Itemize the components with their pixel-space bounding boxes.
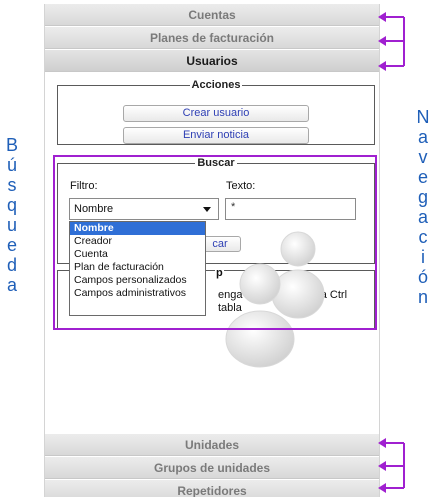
navegacion-letter: v — [418, 147, 428, 167]
filtro-label: Filtro: — [70, 180, 98, 192]
navigation-panel: Cuentas Planes de facturación Usuarios A… — [44, 4, 380, 497]
ayuda-line-2: tabla — [218, 302, 242, 314]
busqueda-letter: d — [6, 255, 17, 275]
navegacion-letter: i — [421, 247, 425, 267]
accordion-grupos-unidades[interactable]: Grupos de unidades — [45, 457, 379, 479]
dropdown-option-nombre[interactable]: Nombre — [70, 222, 205, 236]
filtro-select-value: Nombre — [74, 203, 114, 215]
accordion-unidades[interactable]: Unidades — [45, 434, 379, 456]
texto-input[interactable]: * — [225, 198, 356, 220]
busqueda-letter: e — [6, 235, 17, 255]
enviar-noticia-button[interactable]: Enviar noticia — [123, 127, 309, 144]
dropdown-option-campos-personalizados[interactable]: Campos personalizados — [70, 274, 205, 287]
busqueda-letter: s — [7, 175, 17, 195]
dropdown-option-plan[interactable]: Plan de facturación — [70, 261, 205, 274]
dropdown-option-creador[interactable]: Creador — [70, 235, 205, 248]
busqueda-letter: a — [6, 275, 17, 295]
accordion-planes-facturacion[interactable]: Planes de facturación — [45, 27, 379, 49]
crear-usuario-button[interactable]: Crear usuario — [123, 105, 309, 122]
navegacion-bracket-icon — [378, 12, 405, 493]
texto-label: Texto: — [226, 180, 256, 192]
ayuda-line-1: enga apretada la tecla Ctrl — [218, 289, 348, 301]
acciones-legend: Acciones — [191, 79, 241, 91]
busqueda-vertical-label: B ú s q u e d a — [2, 135, 22, 295]
busqueda-letter: q — [6, 195, 17, 215]
navegacion-letter: e — [417, 167, 428, 187]
navegacion-letter: c — [418, 227, 428, 247]
buscar-legend: Buscar — [197, 157, 235, 169]
busqueda-letter: ú — [6, 155, 17, 175]
filtro-select[interactable]: Nombre — [69, 198, 219, 220]
accordion-repetidores[interactable]: Repetidores — [45, 480, 379, 497]
navegacion-vertical-label: N a v e g a c i ó n — [413, 107, 433, 307]
navegacion-letter: n — [417, 287, 428, 307]
ayuda-legend: p — [215, 267, 224, 279]
chevron-down-icon — [203, 207, 211, 212]
filtro-dropdown-list[interactable]: Nombre Creador Cuenta Plan de facturació… — [69, 221, 206, 316]
navegacion-letter: a — [417, 127, 428, 147]
busqueda-letter: B — [5, 135, 18, 155]
navegacion-letter: g — [417, 187, 428, 207]
navegacion-letter: a — [417, 207, 428, 227]
dropdown-option-campos-administrativos[interactable]: Campos administrativos — [70, 287, 205, 300]
accordion-cuentas[interactable]: Cuentas — [45, 4, 379, 26]
navegacion-letter: ó — [417, 267, 428, 287]
dropdown-option-cuenta[interactable]: Cuenta — [70, 248, 205, 261]
busqueda-letter: u — [6, 215, 17, 235]
navegacion-letter: N — [416, 107, 430, 127]
accordion-usuarios[interactable]: Usuarios — [45, 50, 379, 72]
